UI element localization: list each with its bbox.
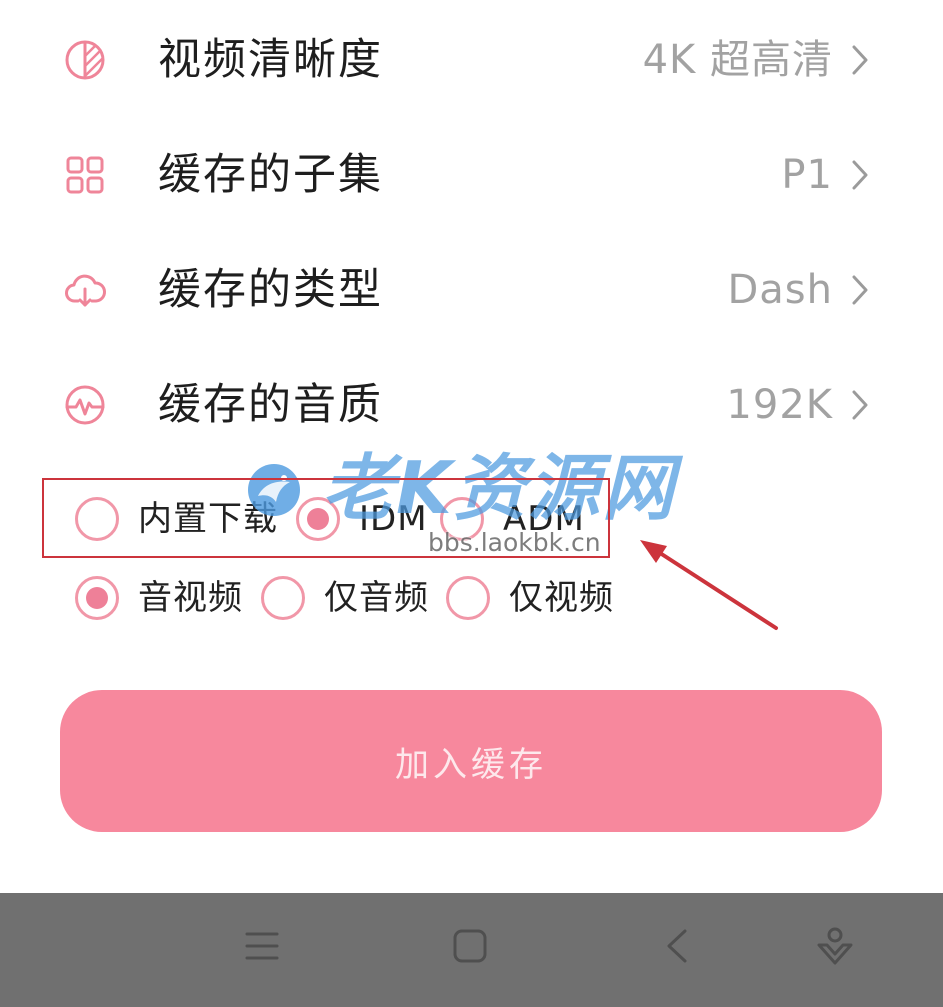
setting-value: P1 — [781, 152, 833, 198]
chevron-right-icon — [852, 275, 868, 305]
add-to-cache-button[interactable]: 加入缓存 — [60, 690, 882, 832]
radio-option-audio-only[interactable]: 仅音频 — [261, 575, 429, 621]
setting-row-video-quality[interactable]: 视频清晰度 4K 超高清 — [0, 20, 943, 100]
chevron-right-icon — [852, 390, 868, 420]
setting-row-cache-type[interactable]: 缓存的类型 Dash — [0, 250, 943, 330]
menu-icon[interactable] — [244, 929, 280, 963]
audio-wave-icon — [65, 385, 105, 425]
chevron-right-icon — [852, 45, 868, 75]
radio-circle[interactable] — [440, 497, 484, 541]
radio-label: IDM — [359, 499, 428, 539]
setting-label: 缓存的类型 — [158, 265, 383, 315]
radio-label: 内置下载 — [138, 499, 278, 539]
annotation-arrow — [640, 540, 778, 630]
radio-option-adm[interactable]: ADM — [440, 496, 585, 542]
cloud-download-icon — [65, 274, 106, 307]
navigation-bar — [0, 893, 943, 1007]
add-to-cache-label: 加入缓存 — [395, 744, 547, 785]
setting-label: 缓存的子集 — [158, 150, 383, 200]
grid-icon — [66, 156, 104, 194]
radio-circle[interactable] — [296, 497, 340, 541]
setting-value: 192K — [726, 382, 833, 428]
radio-circle[interactable] — [75, 497, 119, 541]
setting-value: Dash — [727, 267, 833, 313]
setting-row-audio-quality[interactable]: 缓存的音质 192K — [0, 365, 943, 445]
radio-label: 仅视频 — [509, 578, 614, 618]
radio-option-builtin-download[interactable]: 内置下载 — [75, 496, 278, 542]
radio-option-audio-video[interactable]: 音视频 — [75, 575, 243, 621]
resolution-icon — [65, 40, 105, 80]
radio-label: ADM — [503, 499, 585, 539]
radio-circle[interactable] — [261, 576, 305, 620]
setting-value: 4K 超高清 — [642, 37, 833, 83]
radio-circle[interactable] — [75, 576, 119, 620]
radio-option-idm[interactable]: IDM — [296, 496, 428, 542]
setting-row-subset[interactable]: 缓存的子集 P1 — [0, 135, 943, 215]
radio-circle[interactable] — [446, 576, 490, 620]
setting-label: 视频清晰度 — [158, 35, 383, 85]
radio-label: 仅音频 — [324, 578, 429, 618]
radio-label: 音视频 — [138, 578, 243, 618]
radio-option-video-only[interactable]: 仅视频 — [446, 575, 614, 621]
back-icon[interactable] — [664, 928, 690, 964]
home-square-icon[interactable] — [452, 928, 488, 964]
setting-label: 缓存的音质 — [158, 380, 383, 430]
assistant-icon[interactable] — [815, 926, 855, 966]
chevron-right-icon — [852, 160, 868, 190]
